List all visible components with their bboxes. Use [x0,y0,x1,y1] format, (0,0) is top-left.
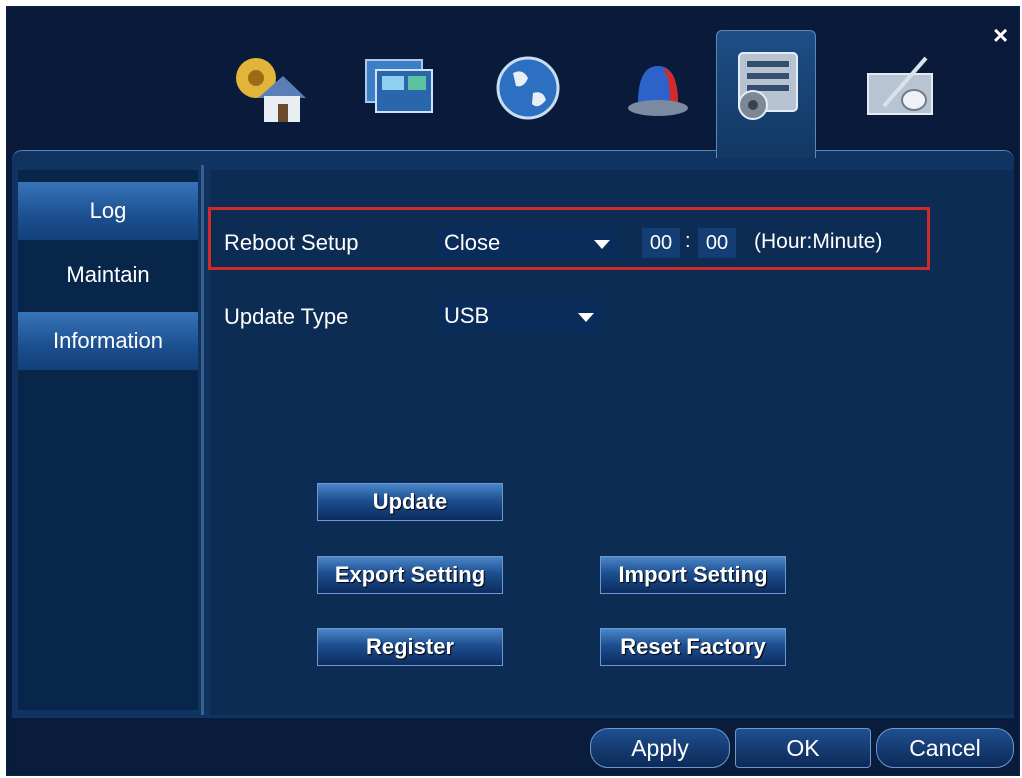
chevron-down-icon [594,240,610,249]
register-button[interactable]: Register [317,628,503,666]
sidebar-item-log[interactable]: Log [18,182,198,240]
sidebar-item-label: Maintain [66,262,150,287]
display-icon [365,59,433,113]
alarm-siren-icon [628,66,688,116]
apply-button[interactable]: Apply [590,728,730,768]
update-type-label: Update Type [224,304,349,329]
reboot-mode-value: Close [444,230,501,255]
cancel-button[interactable]: Cancel [876,728,1014,768]
update-button[interactable]: Update [317,483,503,521]
close-icon[interactable]: × [993,22,1008,48]
tab-network[interactable] [476,40,576,140]
system-settings-icon [738,52,798,120]
ok-button[interactable]: OK [735,728,871,768]
update-type-select[interactable]: USB [438,300,602,332]
advanced-tools-icon [867,56,933,115]
reboot-setup-label: Reboot Setup [224,230,359,255]
sidebar-item-information[interactable]: Information [18,312,198,370]
time-format-hint: (Hour:Minute) [754,230,883,253]
sidebar-divider [201,165,204,715]
reboot-hour-input[interactable]: 00 [642,228,680,258]
reset-factory-button[interactable]: Reset Factory [600,628,786,666]
chevron-down-icon [578,313,594,322]
time-separator: : [685,230,691,252]
tab-advanced[interactable] [848,40,948,140]
export-setting-button[interactable]: Export Setting [317,556,503,594]
update-type-value: USB [444,303,490,328]
import-setting-button[interactable]: Import Setting [600,556,786,594]
tab-display[interactable] [346,40,446,140]
general-settings-icon [236,58,306,122]
sidebar-item-maintain[interactable]: Maintain [18,246,198,304]
reboot-minute-input[interactable]: 00 [698,228,736,258]
sidebar-item-label: Log [89,198,127,223]
reboot-mode-select[interactable]: Close [438,227,618,259]
network-globe-icon [496,56,560,120]
sidebar-item-label: Information [52,328,164,353]
tab-alarm[interactable] [606,40,706,140]
tab-system-settings[interactable] [716,30,816,158]
sidebar: Log Maintain Information [18,170,198,710]
tab-general-settings[interactable] [216,40,316,140]
